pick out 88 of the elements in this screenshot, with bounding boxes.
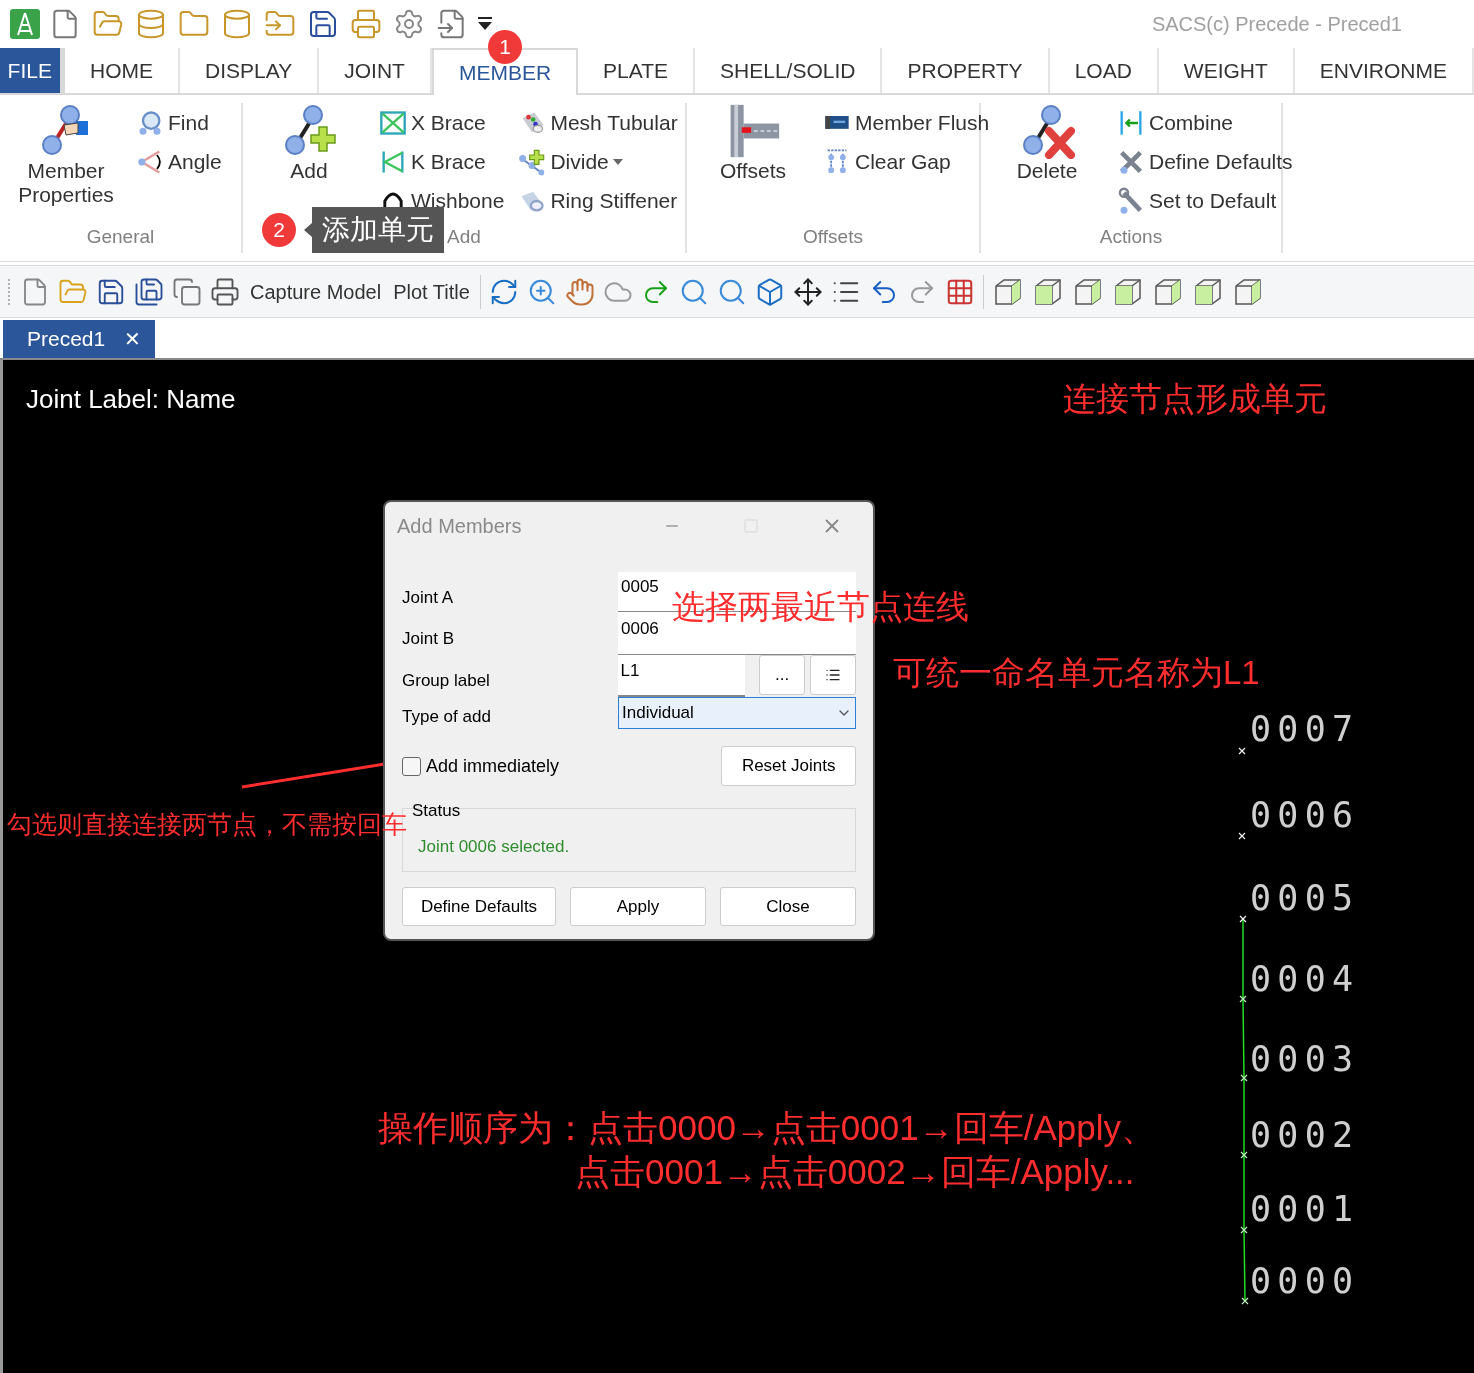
viewport-heading: Joint Label: Name bbox=[26, 383, 236, 416]
ribbon-button[interactable]: Ring Stiffener bbox=[518, 181, 678, 220]
step-badge: 1 bbox=[488, 30, 522, 64]
tooltip: 添加单元 bbox=[312, 207, 444, 253]
file-tab[interactable]: FILE bbox=[0, 48, 60, 93]
close-tab-button[interactable]: ✕ bbox=[124, 324, 141, 354]
ribbon-button[interactable]: Offsets bbox=[697, 103, 809, 183]
ribbon-button[interactable]: Member Flush bbox=[823, 103, 990, 142]
ribbon-button[interactable]: Angle bbox=[136, 142, 222, 181]
database-icon[interactable] bbox=[135, 8, 167, 40]
ribbon-tab[interactable]: DISPLAY bbox=[180, 48, 320, 93]
ribbon-button[interactable]: Delete bbox=[991, 103, 1103, 183]
dialog-button[interactable]: Define Defaults bbox=[402, 887, 556, 926]
browse-button[interactable]: ... bbox=[759, 655, 806, 695]
ribbon-tab[interactable]: WEIGHT bbox=[1158, 48, 1295, 93]
pan-icon[interactable] bbox=[792, 276, 823, 307]
annotation-text: 可统一命名单元名称为L1 bbox=[893, 656, 1260, 689]
toolbar-button[interactable]: Capture Model bbox=[248, 276, 384, 307]
field-label: Group label bbox=[402, 670, 491, 692]
group-title: Offsets bbox=[803, 225, 863, 249]
step-badge: 2 bbox=[262, 213, 296, 247]
ribbon-tab[interactable]: LOAD bbox=[1049, 48, 1159, 93]
reset-joints-button[interactable]: Reset Joints bbox=[721, 746, 856, 786]
ribbon-button[interactable]: Define Defaults bbox=[1117, 142, 1293, 181]
ribbon-button[interactable]: Mesh Tubular bbox=[518, 103, 678, 142]
joint-label: 0002 bbox=[1250, 1118, 1360, 1153]
caret-icon bbox=[612, 158, 623, 165]
joint-label: 0004 bbox=[1250, 962, 1360, 997]
save-icon[interactable] bbox=[307, 8, 339, 40]
tooltip-pointer-icon bbox=[304, 223, 312, 237]
settings-icon[interactable] bbox=[393, 8, 425, 40]
toolbar-button[interactable]: Plot Title bbox=[391, 276, 472, 307]
ribbon-tab[interactable]: SHELL/SOLID bbox=[695, 48, 883, 93]
field-label: Joint B bbox=[402, 628, 455, 650]
annotation-text: 点击0001→点击0002→回车/Apply... bbox=[575, 1154, 1135, 1189]
joint-a-field[interactable]: 0005 bbox=[621, 577, 659, 596]
ribbon-tab[interactable]: HOME bbox=[65, 48, 181, 93]
group-title: Actions bbox=[1099, 225, 1163, 249]
copy-icon[interactable] bbox=[172, 276, 202, 307]
ribbon-tab[interactable]: PLATE bbox=[578, 48, 696, 93]
joint-label: 0003 bbox=[1250, 1042, 1360, 1077]
joint-label: 0007 bbox=[1250, 712, 1360, 747]
checkbox[interactable] bbox=[402, 756, 421, 776]
ribbon-button[interactable]: Divide bbox=[518, 142, 678, 181]
dropdown-caret-icon[interactable] bbox=[477, 17, 493, 31]
x-brace-icon bbox=[379, 108, 407, 137]
group-label-field[interactable]: L1 bbox=[620, 661, 640, 680]
list-button[interactable] bbox=[810, 655, 856, 695]
status-message: Joint 0006 selected. bbox=[418, 835, 570, 858]
app-logo[interactable] bbox=[10, 9, 40, 39]
checkbox-label: Add immediately bbox=[426, 754, 560, 778]
ribbon-tab[interactable]: ENVIRONME bbox=[1294, 48, 1474, 93]
group-title: General bbox=[86, 225, 155, 249]
ribbon-button[interactable]: Add bbox=[253, 103, 365, 183]
joint-label: 0005 bbox=[1250, 881, 1360, 916]
joint-label: 0000 bbox=[1250, 1264, 1360, 1299]
field-label: Type of add bbox=[402, 706, 492, 729]
ribbon-button[interactable]: X Brace bbox=[379, 103, 505, 142]
type-of-add-select[interactable]: Individual bbox=[618, 697, 856, 729]
group-title: Add bbox=[447, 225, 481, 249]
annotation-text: 连接节点形成单元 bbox=[1063, 382, 1327, 415]
joint-label: 0006 bbox=[1250, 798, 1360, 833]
ribbon-button[interactable]: Member Properties bbox=[10, 103, 122, 207]
ribbon-button[interactable]: Set to Default bbox=[1117, 181, 1293, 220]
field-label: Joint A bbox=[402, 587, 455, 609]
cylinder-icon[interactable] bbox=[221, 8, 253, 40]
dialog-button[interactable]: Close bbox=[720, 887, 856, 926]
ribbon-tab[interactable]: PROPERTY bbox=[882, 48, 1050, 93]
ribbon-button[interactable]: Clear Gap bbox=[823, 142, 990, 181]
ribbon-button[interactable]: Find bbox=[136, 103, 222, 142]
dialog-button[interactable]: Apply bbox=[570, 887, 706, 926]
group-caption: Status bbox=[412, 800, 461, 822]
ribbon-button[interactable]: Combine bbox=[1117, 103, 1293, 142]
document-tab[interactable]: Preced1 ✕ bbox=[3, 320, 155, 358]
wrench-icon bbox=[1117, 186, 1145, 215]
divide-icon bbox=[518, 147, 547, 176]
ribbon-button[interactable]: K Brace bbox=[379, 142, 505, 181]
annotation-text: 操作顺序为：点击0000→点击0001→回车/Apply、 bbox=[378, 1110, 1156, 1145]
printer-icon[interactable] bbox=[210, 276, 240, 307]
grip-icon bbox=[6, 276, 12, 307]
joint-b-field[interactable]: 0006 bbox=[621, 619, 659, 638]
dialog-title: Add Members bbox=[397, 514, 522, 539]
window-title: SACS(c) Precede - Preced1 bbox=[1151, 12, 1402, 37]
joint-label: 0001 bbox=[1250, 1192, 1360, 1227]
hand-icon[interactable] bbox=[564, 276, 595, 307]
model-viewport[interactable] bbox=[0, 360, 1474, 1373]
list-icon bbox=[825, 667, 842, 683]
save-all-icon[interactable] bbox=[134, 276, 164, 307]
